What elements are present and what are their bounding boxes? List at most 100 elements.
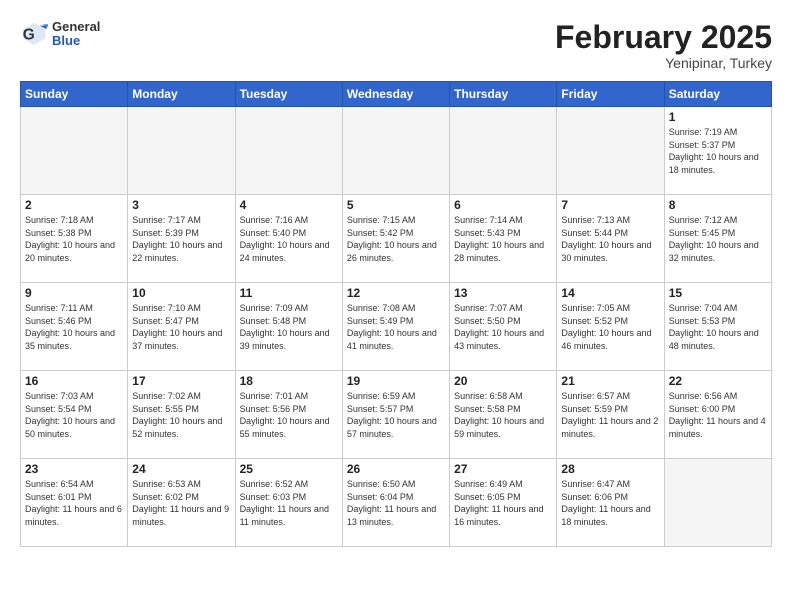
day-cell: 9 Sunrise: 7:11 AM Sunset: 5:46 PM Daylig…: [21, 283, 128, 371]
day-number: 26: [347, 462, 445, 476]
day-cell: 4 Sunrise: 7:16 AM Sunset: 5:40 PM Daylig…: [235, 195, 342, 283]
day-cell: [342, 107, 449, 195]
day-info: Sunrise: 7:14 AM Sunset: 5:43 PM Dayligh…: [454, 214, 552, 264]
day-number: 10: [132, 286, 230, 300]
day-info: Sunrise: 7:03 AM Sunset: 5:54 PM Dayligh…: [25, 390, 123, 440]
day-cell: 19Sunrise: 6:59 AM Sunset: 5:57 PM Dayli…: [342, 371, 449, 459]
day-cell: 20 Sunrise: 6:58 AM Sunset: 5:58 PM Dayli…: [450, 371, 557, 459]
day-number: 12: [347, 286, 445, 300]
day-info: Sunrise: 7:09 AM Sunset: 5:48 PM Dayligh…: [240, 302, 338, 352]
col-saturday: Saturday: [664, 82, 771, 107]
day-info: Sunrise: 6:56 AM Sunset: 6:00 PM Dayligh…: [669, 390, 767, 440]
col-thursday: Thursday: [450, 82, 557, 107]
day-info: Sunrise: 6:53 AM Sunset: 6:02 PM Dayligh…: [132, 478, 230, 528]
day-info: Sunrise: 6:49 AM Sunset: 6:05 PM Dayligh…: [454, 478, 552, 528]
logo-text: General Blue: [52, 20, 100, 49]
day-cell: 17 Sunrise: 7:02 AM Sunset: 5:55 PM Dayli…: [128, 371, 235, 459]
day-info: Sunrise: 7:08 AM Sunset: 5:49 PM Dayligh…: [347, 302, 445, 352]
day-info: Sunrise: 7:15 AM Sunset: 5:42 PM Dayligh…: [347, 214, 445, 264]
col-friday: Friday: [557, 82, 664, 107]
day-info: Sunrise: 6:59 AM Sunset: 5:57 PM Dayligh…: [347, 390, 445, 440]
week-row-3: 16 Sunrise: 7:03 AM Sunset: 5:54 PM Dayli…: [21, 371, 772, 459]
day-info: Sunrise: 7:07 AM Sunset: 5:50 PM Dayligh…: [454, 302, 552, 352]
day-number: 3: [132, 198, 230, 212]
day-number: 20: [454, 374, 552, 388]
day-cell: 14Sunrise: 7:05 AM Sunset: 5:52 PM Dayli…: [557, 283, 664, 371]
day-number: 24: [132, 462, 230, 476]
day-cell: 2Sunrise: 7:18 AM Sunset: 5:38 PM Daylig…: [21, 195, 128, 283]
day-number: 13: [454, 286, 552, 300]
day-number: 16: [25, 374, 123, 388]
day-number: 5: [347, 198, 445, 212]
week-row-0: 1 Sunrise: 7:19 AM Sunset: 5:37 PM Daylig…: [21, 107, 772, 195]
day-cell: [664, 459, 771, 547]
col-wednesday: Wednesday: [342, 82, 449, 107]
title-block: February 2025 Yenipinar, Turkey: [555, 20, 772, 71]
day-cell: 10 Sunrise: 7:10 AM Sunset: 5:47 PM Dayli…: [128, 283, 235, 371]
day-cell: [21, 107, 128, 195]
header: G General Blue February 2025 Yenipinar, …: [20, 20, 772, 71]
day-cell: 3 Sunrise: 7:17 AM Sunset: 5:39 PM Daylig…: [128, 195, 235, 283]
day-cell: 8 Sunrise: 7:12 AM Sunset: 5:45 PM Daylig…: [664, 195, 771, 283]
col-sunday: Sunday: [21, 82, 128, 107]
logo: G General Blue: [20, 20, 100, 49]
day-cell: 27 Sunrise: 6:49 AM Sunset: 6:05 PM Dayli…: [450, 459, 557, 547]
day-info: Sunrise: 7:19 AM Sunset: 5:37 PM Dayligh…: [669, 126, 767, 176]
day-number: 11: [240, 286, 338, 300]
day-info: Sunrise: 7:16 AM Sunset: 5:40 PM Dayligh…: [240, 214, 338, 264]
day-info: Sunrise: 7:17 AM Sunset: 5:39 PM Dayligh…: [132, 214, 230, 264]
day-cell: 13 Sunrise: 7:07 AM Sunset: 5:50 PM Dayli…: [450, 283, 557, 371]
day-cell: 25 Sunrise: 6:52 AM Sunset: 6:03 PM Dayli…: [235, 459, 342, 547]
day-cell: 24 Sunrise: 6:53 AM Sunset: 6:02 PM Dayli…: [128, 459, 235, 547]
day-number: 4: [240, 198, 338, 212]
day-number: 22: [669, 374, 767, 388]
week-row-2: 9 Sunrise: 7:11 AM Sunset: 5:46 PM Daylig…: [21, 283, 772, 371]
day-number: 8: [669, 198, 767, 212]
day-info: Sunrise: 7:11 AM Sunset: 5:46 PM Dayligh…: [25, 302, 123, 352]
day-info: Sunrise: 7:13 AM Sunset: 5:44 PM Dayligh…: [561, 214, 659, 264]
col-monday: Monday: [128, 82, 235, 107]
day-number: 23: [25, 462, 123, 476]
day-number: 15: [669, 286, 767, 300]
week-row-1: 2Sunrise: 7:18 AM Sunset: 5:38 PM Daylig…: [21, 195, 772, 283]
logo-icon: G: [20, 20, 48, 48]
day-info: Sunrise: 7:10 AM Sunset: 5:47 PM Dayligh…: [132, 302, 230, 352]
day-number: 14: [561, 286, 659, 300]
day-number: 18: [240, 374, 338, 388]
day-number: 25: [240, 462, 338, 476]
day-cell: 7 Sunrise: 7:13 AM Sunset: 5:44 PM Daylig…: [557, 195, 664, 283]
day-number: 27: [454, 462, 552, 476]
week-row-4: 23 Sunrise: 6:54 AM Sunset: 6:01 PM Dayli…: [21, 459, 772, 547]
calendar-subtitle: Yenipinar, Turkey: [555, 55, 772, 71]
day-number: 9: [25, 286, 123, 300]
day-info: Sunrise: 7:02 AM Sunset: 5:55 PM Dayligh…: [132, 390, 230, 440]
day-info: Sunrise: 6:57 AM Sunset: 5:59 PM Dayligh…: [561, 390, 659, 440]
day-cell: 22 Sunrise: 6:56 AM Sunset: 6:00 PM Dayli…: [664, 371, 771, 459]
calendar-title: February 2025: [555, 20, 772, 55]
day-number: 6: [454, 198, 552, 212]
calendar-table: Sunday Monday Tuesday Wednesday Thursday…: [20, 81, 772, 547]
day-cell: [557, 107, 664, 195]
day-cell: 26 Sunrise: 6:50 AM Sunset: 6:04 PM Dayli…: [342, 459, 449, 547]
day-cell: 21 Sunrise: 6:57 AM Sunset: 5:59 PM Dayli…: [557, 371, 664, 459]
day-number: 21: [561, 374, 659, 388]
day-info: Sunrise: 6:58 AM Sunset: 5:58 PM Dayligh…: [454, 390, 552, 440]
day-number: 1: [669, 110, 767, 124]
day-info: Sunrise: 7:12 AM Sunset: 5:45 PM Dayligh…: [669, 214, 767, 264]
day-cell: 12 Sunrise: 7:08 AM Sunset: 5:49 PM Dayli…: [342, 283, 449, 371]
day-number: 7: [561, 198, 659, 212]
day-cell: 23 Sunrise: 6:54 AM Sunset: 6:01 PM Dayli…: [21, 459, 128, 547]
col-tuesday: Tuesday: [235, 82, 342, 107]
day-cell: 28Sunrise: 6:47 AM Sunset: 6:06 PM Dayli…: [557, 459, 664, 547]
logo-blue: Blue: [52, 33, 80, 48]
day-cell: 16 Sunrise: 7:03 AM Sunset: 5:54 PM Dayli…: [21, 371, 128, 459]
day-info: Sunrise: 6:54 AM Sunset: 6:01 PM Dayligh…: [25, 478, 123, 528]
day-cell: 6 Sunrise: 7:14 AM Sunset: 5:43 PM Daylig…: [450, 195, 557, 283]
day-cell: [235, 107, 342, 195]
day-info: Sunrise: 6:52 AM Sunset: 6:03 PM Dayligh…: [240, 478, 338, 528]
day-info: Sunrise: 7:04 AM Sunset: 5:53 PM Dayligh…: [669, 302, 767, 352]
svg-text:G: G: [23, 27, 35, 44]
day-number: 17: [132, 374, 230, 388]
day-info: Sunrise: 6:50 AM Sunset: 6:04 PM Dayligh…: [347, 478, 445, 528]
logo-general: General: [52, 19, 100, 34]
